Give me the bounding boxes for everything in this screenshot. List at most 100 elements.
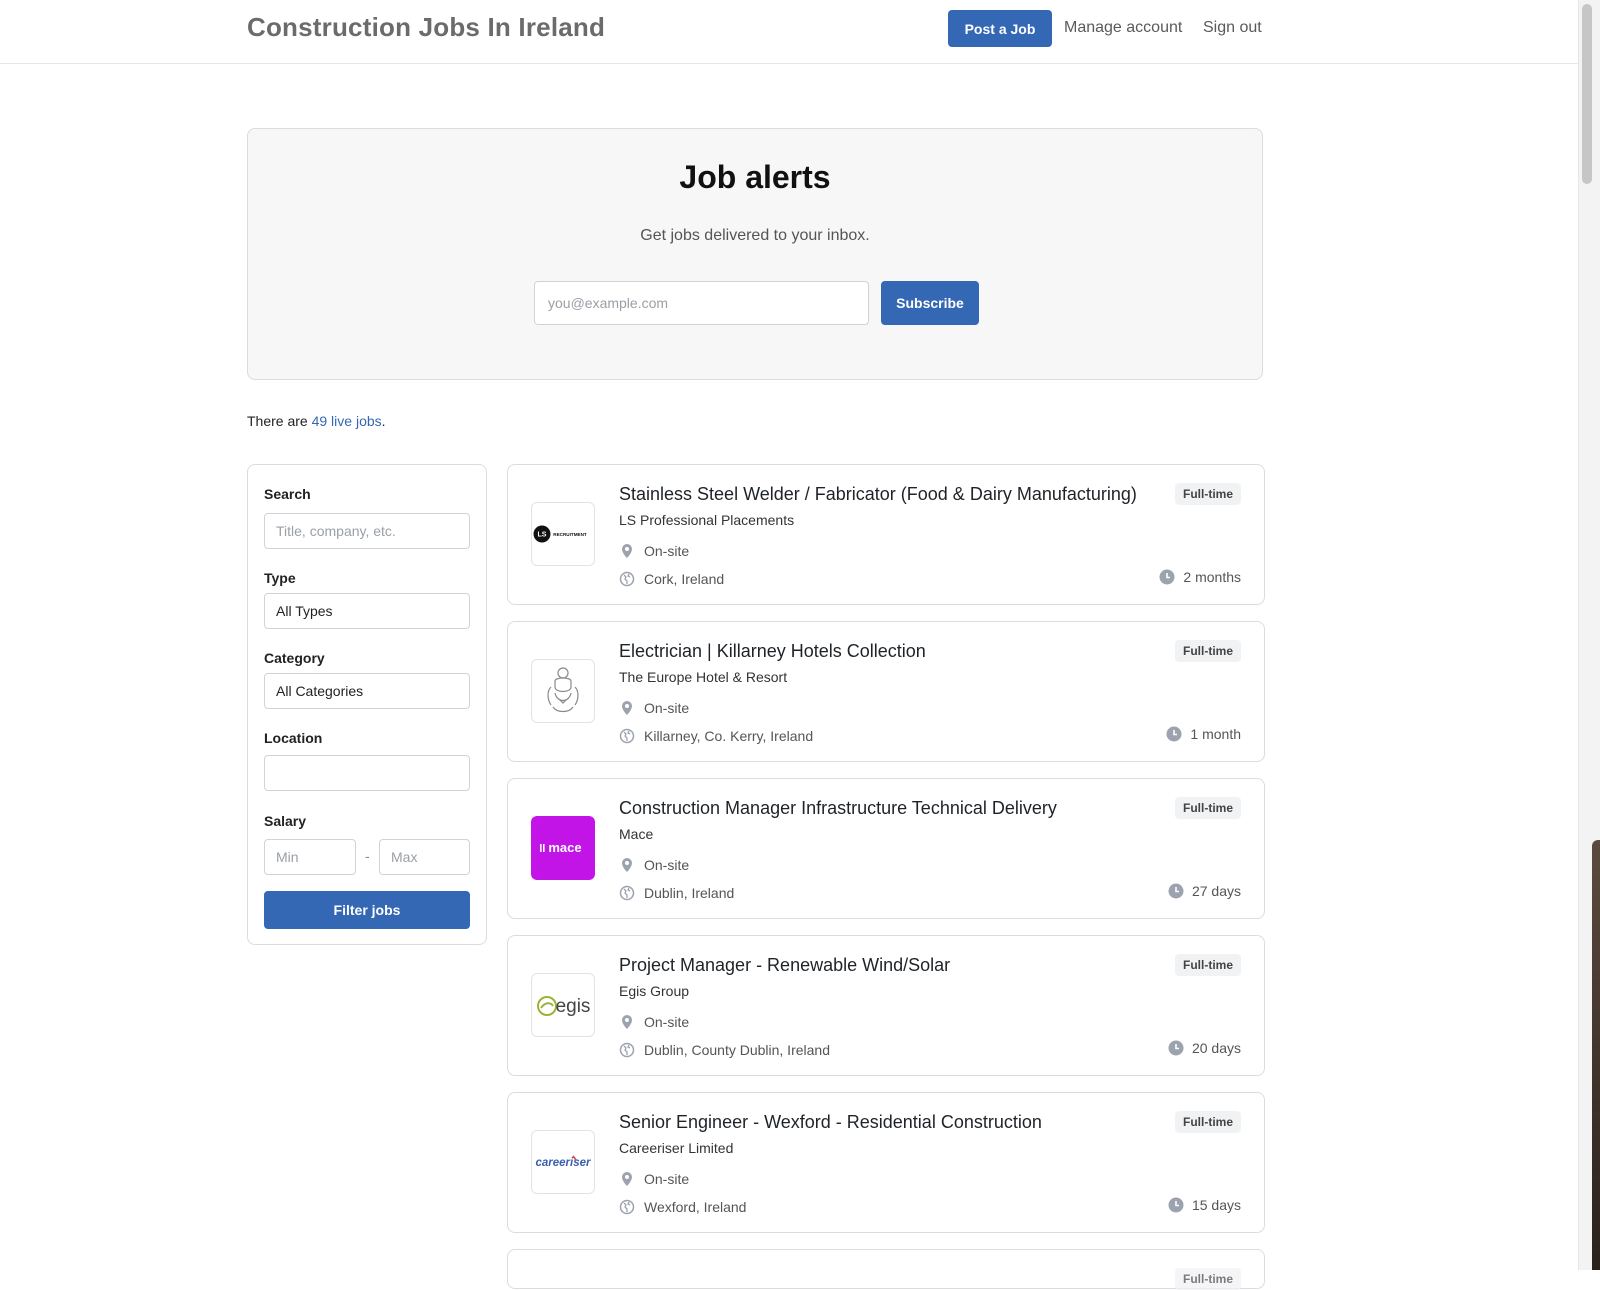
job-workplace-text: On-site (644, 700, 690, 716)
svg-text:RECRUITMENT: RECRUITMENT (553, 532, 587, 537)
sign-out-link[interactable]: Sign out (1203, 19, 1262, 37)
job-company: The Europe Hotel & Resort (619, 669, 788, 685)
company-logo: mace (531, 816, 595, 880)
clock-icon (1168, 1040, 1184, 1056)
job-workplace: On-site (619, 857, 689, 873)
filter-jobs-button[interactable]: Filter jobs (264, 891, 470, 929)
site-title[interactable]: Construction Jobs In Ireland (247, 12, 605, 43)
map-pin-icon (622, 858, 632, 872)
globe-icon (619, 1199, 635, 1215)
company-logo: LS RECRUITMENT (531, 502, 595, 566)
job-alerts-subtitle: Get jobs delivered to your inbox. (640, 227, 870, 244)
map-pin-icon (622, 1172, 632, 1186)
job-type-badge: Full-time (1175, 797, 1241, 819)
company-logo: egis (531, 973, 595, 1037)
ls-recruitment-logo: LS RECRUITMENT (533, 525, 587, 543)
job-card[interactable]: Electrician | Killarney Hotels Collectio… (507, 621, 1265, 762)
company-logo: careeriser (531, 1130, 595, 1194)
job-type-badge: Full-time (1175, 640, 1241, 662)
category-select[interactable]: All Categories (264, 673, 470, 709)
job-type-badge: Full-time (1175, 1111, 1241, 1133)
job-card[interactable]: careeriser Senior Engineer - Wexford - R… (507, 1092, 1265, 1233)
job-location-text: Dublin, County Dublin, Ireland (644, 1042, 830, 1058)
job-age: 27 days (1168, 883, 1241, 899)
live-jobs-link[interactable]: 49 live jobs (312, 413, 382, 429)
search-label: Search (264, 486, 311, 502)
job-type-badge: Full-time (1175, 483, 1241, 505)
job-age: 2 months (1159, 569, 1241, 585)
job-location: Killarney, Co. Kerry, Ireland (619, 728, 813, 744)
job-title[interactable]: Electrician | Killarney Hotels Collectio… (619, 641, 1159, 662)
job-age-text: 1 month (1190, 726, 1241, 742)
job-title[interactable]: Project Manager - Renewable Wind/Solar (619, 955, 1159, 976)
page-scrollbar-thumb[interactable] (1582, 4, 1592, 184)
clock-icon (1168, 883, 1184, 899)
map-pin-icon (622, 1015, 632, 1029)
careeriser-logo: careeriser (536, 1155, 592, 1169)
job-card[interactable]: egis Project Manager - Renewable Wind/So… (507, 935, 1265, 1076)
job-location-text: Killarney, Co. Kerry, Ireland (644, 728, 814, 744)
job-company: Mace (619, 826, 654, 842)
map-pin-icon (622, 701, 632, 715)
type-label: Type (264, 570, 296, 586)
job-location: Dublin, Ireland (619, 885, 734, 901)
post-job-button[interactable]: Post a Job (948, 10, 1052, 47)
job-company: LS Professional Placements (619, 512, 795, 528)
job-company: Careeriser Limited (619, 1140, 734, 1156)
subscribe-button[interactable]: Subscribe (881, 281, 979, 325)
live-jobs-prefix: There are (247, 413, 312, 429)
job-age: 20 days (1168, 1040, 1241, 1056)
clock-icon (1168, 1197, 1184, 1213)
salary-label: Salary (264, 813, 307, 829)
svg-text:mace: mace (548, 840, 581, 855)
job-title[interactable]: Stainless Steel Welder / Fabricator (Foo… (619, 484, 1159, 505)
filters-panel: Search Type All Types Category All Categ… (247, 464, 487, 945)
clock-icon (1159, 569, 1175, 585)
job-workplace: On-site (619, 543, 689, 559)
job-age-text: 27 days (1191, 883, 1241, 899)
job-alerts-panel: Job alerts Get jobs delivered to your in… (247, 128, 1263, 380)
company-logo (531, 659, 595, 723)
search-input[interactable] (264, 513, 470, 549)
salary-separator: - (365, 848, 370, 864)
manage-account-link[interactable]: Manage account (1064, 19, 1182, 37)
job-card[interactable]: Full-time (507, 1249, 1265, 1290)
job-age: 15 days (1168, 1197, 1241, 1213)
job-workplace-text: On-site (644, 1171, 690, 1187)
job-location: Wexford, Ireland (619, 1199, 746, 1215)
crest-logo (547, 667, 579, 713)
job-location-text: Cork, Ireland (644, 571, 725, 587)
job-card[interactable]: mace Construction Manager Infrastructure… (507, 778, 1265, 919)
location-label: Location (264, 730, 323, 746)
job-title[interactable]: Construction Manager Infrastructure Tech… (619, 798, 1159, 819)
job-age-text: 20 days (1191, 1040, 1241, 1056)
job-alerts-title: Job alerts (679, 159, 831, 195)
type-select[interactable]: All Types (264, 593, 470, 629)
svg-text:careeriser: careeriser (536, 1157, 592, 1169)
live-jobs-count: There are 49 live jobs. (247, 413, 386, 429)
job-age: 1 month (1166, 726, 1241, 742)
job-workplace-text: On-site (644, 1014, 690, 1030)
live-jobs-suffix: . (381, 413, 386, 429)
site-header: Construction Jobs In Ireland Post a Job … (0, 0, 1578, 64)
job-location-text: Dublin, Ireland (644, 885, 735, 901)
svg-text:egis: egis (556, 996, 591, 1017)
job-card[interactable]: LS RECRUITMENT Stainless Steel Welder / … (507, 464, 1265, 605)
job-age-text: 15 days (1191, 1197, 1241, 1213)
job-age-text: 2 months (1183, 569, 1241, 585)
svg-text:LS: LS (538, 532, 547, 539)
globe-icon (619, 571, 635, 587)
salary-max-input[interactable] (379, 839, 470, 875)
job-workplace: On-site (619, 1014, 689, 1030)
job-title[interactable]: Senior Engineer - Wexford - Residential … (619, 1112, 1159, 1133)
mace-logo: mace (531, 816, 595, 880)
alert-email-input[interactable] (534, 281, 869, 325)
job-location: Dublin, County Dublin, Ireland (619, 1042, 830, 1058)
map-pin-icon (622, 544, 632, 558)
job-location: Cork, Ireland (619, 571, 724, 587)
location-input[interactable] (264, 755, 470, 791)
job-workplace: On-site (619, 700, 689, 716)
salary-min-input[interactable] (264, 839, 356, 875)
globe-icon (619, 1042, 635, 1058)
job-type-badge: Full-time (1175, 954, 1241, 976)
